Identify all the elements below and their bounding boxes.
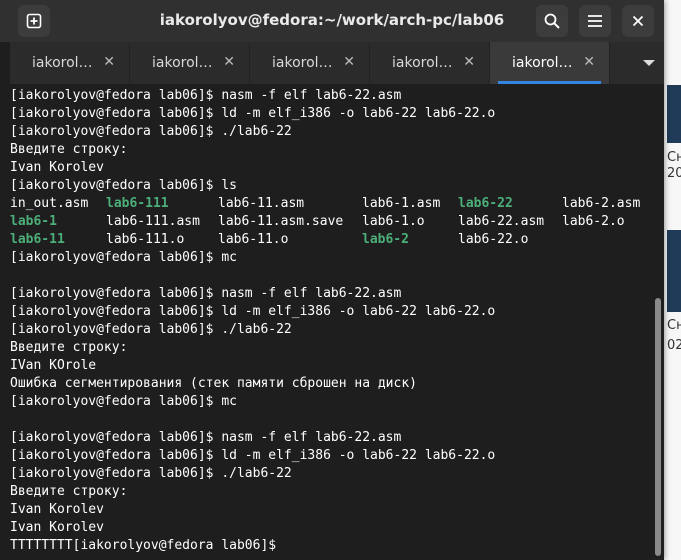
background-thumbnail	[667, 85, 681, 143]
tab-active[interactable]: iakorol… ✕	[490, 42, 610, 84]
tab-label: iakorol…	[272, 55, 333, 71]
ls-entry: lab6-111.asm	[106, 214, 200, 229]
tab-label: iakorol…	[32, 55, 93, 71]
ls-entry: lab6-11	[10, 232, 65, 247]
terminal-output[interactable]: [iakorolyov@fedora lab06]$ nasm -f elf l…	[10, 84, 652, 560]
tab-close-icon[interactable]: ✕	[463, 54, 475, 70]
terminal-line: [iakorolyov@fedora lab06]$ nasm -f elf l…	[10, 88, 402, 103]
terminal-line: [iakorolyov@fedora lab06]$ mc	[10, 250, 237, 265]
tab-close-icon[interactable]: ✕	[223, 54, 235, 70]
scrollbar-thumb[interactable]	[655, 298, 661, 556]
terminal-line: [iakorolyov@fedora lab06]$ ls	[10, 178, 237, 193]
ls-entry: lab6-2.o	[562, 214, 625, 229]
chevron-down-icon	[643, 60, 655, 66]
background-label: Сн	[667, 150, 681, 165]
close-window-button[interactable]	[622, 5, 654, 37]
terminal-line: [iakorolyov@fedora lab06]$ ./lab6-22	[10, 124, 292, 139]
prompt-text: TTTTTTTT[iakorolyov@fedora lab06]$	[10, 538, 277, 553]
terminal-window: iakorolyov@fedora:~/work/arch-pc/lab06 i…	[0, 0, 664, 560]
tab-label: iakorol…	[512, 55, 573, 71]
ls-listing: in_out.asm lab6-111 lab6-11.asm lab6-1.asm l…	[10, 195, 652, 249]
tab[interactable]: iakorol… ✕	[130, 42, 250, 84]
tab-overflow-button[interactable]	[642, 55, 656, 74]
new-tab-button[interactable]	[18, 5, 50, 37]
terminal-line: Введите строку:	[10, 142, 128, 157]
ls-entry: lab6-2	[362, 232, 409, 247]
tab-close-icon[interactable]: ✕	[343, 54, 355, 70]
terminal-line: [iakorolyov@fedora lab06]$ ld -m elf_i38…	[10, 304, 496, 319]
search-button[interactable]	[536, 5, 568, 37]
ls-entry: lab6-1	[10, 214, 57, 229]
close-icon	[632, 15, 644, 27]
ls-entry: lab6-11.o	[218, 232, 289, 247]
background-label: 02	[667, 338, 681, 353]
tab-close-icon[interactable]: ✕	[103, 54, 115, 70]
ls-entry: lab6-1.asm	[362, 196, 441, 211]
terminal-line: [iakorolyov@fedora lab06]$ nasm -f elf l…	[10, 286, 402, 301]
ls-entry: lab6-1.o	[362, 214, 425, 229]
menu-button[interactable]	[579, 5, 611, 37]
terminal-scrollbar[interactable]	[652, 84, 664, 560]
new-tab-icon	[26, 13, 42, 29]
terminal-line: [iakorolyov@fedora lab06]$ mc	[10, 394, 237, 409]
output-block-after-ls: [iakorolyov@fedora lab06]$ mc [iakorolyo…	[10, 249, 652, 555]
hamburger-menu-icon	[588, 15, 602, 27]
terminal-line: Ivan Korolev	[10, 502, 104, 517]
terminal-line: Ivan Korolev	[10, 160, 104, 175]
terminal-line: [iakorolyov@fedora lab06]$ ./lab6-22	[10, 466, 292, 481]
terminal-line: [iakorolyov@fedora lab06]$ nasm -f elf l…	[10, 430, 402, 445]
title-bar: iakorolyov@fedora:~/work/arch-pc/lab06	[0, 0, 664, 42]
tab-close-icon[interactable]: ✕	[583, 54, 595, 70]
tab-bar: iakorol… ✕ iakorol… ✕ iakorol… ✕ iakorol…	[10, 42, 664, 84]
terminal-line: IVan KOrole	[10, 358, 97, 373]
tab-label: iakorol…	[392, 55, 453, 71]
terminal-line: Введите строку:	[10, 340, 128, 355]
ls-entry: lab6-2.asm	[562, 196, 641, 211]
output-block-before-ls: [iakorolyov@fedora lab06]$ nasm -f elf l…	[10, 87, 652, 195]
ls-entry: lab6-11.asm	[218, 196, 305, 211]
terminal-line: Ivan Korolev	[10, 520, 104, 535]
background-label: 20	[667, 166, 681, 181]
ls-row: in_out.asm lab6-111 lab6-11.asm lab6-1.asm l…	[10, 195, 652, 213]
ls-entry: lab6-111	[106, 196, 169, 211]
ls-row: lab6-11 lab6-111.o lab6-11.o lab6-2 lab6-22.…	[10, 231, 652, 249]
ls-row: lab6-1 lab6-111.asm lab6-11.asm.save lab6-1…	[10, 213, 652, 231]
ls-entry: lab6-111.o	[106, 232, 185, 247]
terminal-line: [iakorolyov@fedora lab06]$ ld -m elf_i38…	[10, 448, 496, 463]
search-icon	[544, 13, 560, 29]
tab[interactable]: iakorol… ✕	[370, 42, 490, 84]
ls-entry: lab6-22.asm	[458, 214, 545, 229]
terminal-line: Ошибка сегментирования (стек памяти сбро…	[10, 376, 417, 391]
window-title: iakorolyov@fedora:~/work/arch-pc/lab06	[159, 11, 505, 29]
ls-entry: lab6-11.asm.save	[218, 214, 344, 229]
tab-label: iakorol…	[152, 55, 213, 71]
terminal-cursor	[276, 538, 284, 553]
terminal-line: [iakorolyov@fedora lab06]$ ld -m elf_i38…	[10, 106, 496, 121]
background-thumbnail	[667, 230, 681, 312]
background-label: Сн	[667, 318, 681, 333]
tab[interactable]: iakorol… ✕	[250, 42, 370, 84]
tab[interactable]: iakorol… ✕	[10, 42, 130, 84]
terminal-line: [iakorolyov@fedora lab06]$ ./lab6-22	[10, 322, 292, 337]
ls-entry: in_out.asm	[10, 196, 89, 211]
ls-entry: lab6-22	[458, 196, 513, 211]
ls-entry: lab6-22.o	[458, 232, 529, 247]
terminal-prompt-line: TTTTTTTT[iakorolyov@fedora lab06]$	[10, 537, 652, 555]
terminal-line: Введите строку:	[10, 484, 128, 499]
